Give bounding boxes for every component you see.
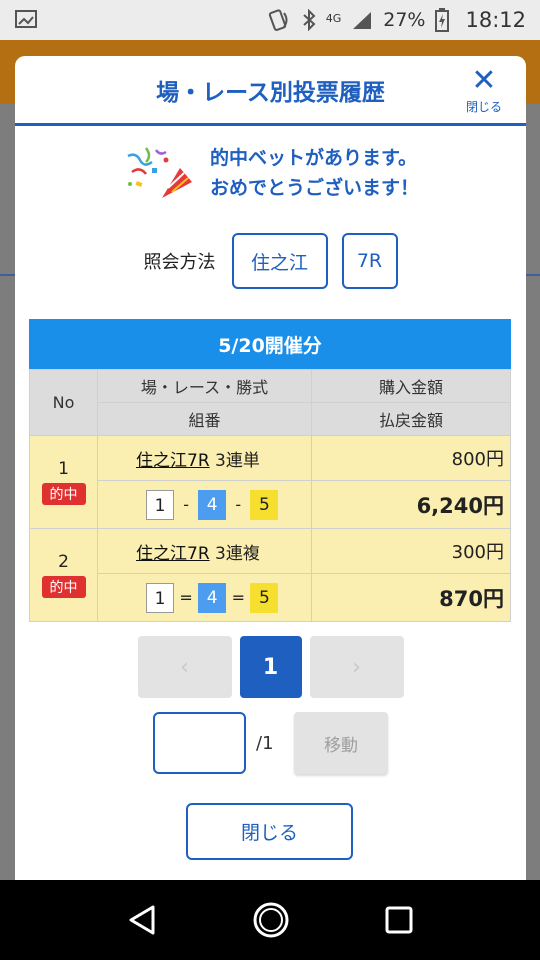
- header-no: No: [29, 369, 98, 436]
- current-page-button[interactable]: 1: [239, 636, 302, 698]
- combo-second: 4: [198, 489, 227, 520]
- row-number-cell: 1 的中: [29, 435, 98, 529]
- header-payout: 払戻金額: [311, 402, 511, 436]
- combo-first: 1: [146, 489, 174, 520]
- combo-third: 5: [250, 489, 279, 520]
- modal-header: 場・レース別投票履歴 ✕ 閉じる: [15, 56, 526, 126]
- battery-icon: [435, 8, 450, 32]
- hit-badge: 的中: [41, 483, 86, 505]
- query-method: 照会方法 住之江 7R: [15, 233, 526, 289]
- bluetooth-icon: [303, 9, 316, 31]
- race-cell: 住之江7R 3連複: [97, 528, 312, 574]
- status-bar: 4G 27% 18:12: [0, 0, 540, 40]
- row-number-cell: 2 的中: [29, 528, 98, 622]
- race-link[interactable]: 住之江7R: [136, 544, 210, 564]
- table-row: 2 的中 住之江7R 3連複 300円: [29, 528, 511, 622]
- query-label: 照会方法: [143, 252, 216, 273]
- congrats-text: 的中ベットがあります。 おめでとうございます！: [210, 143, 419, 203]
- race-button[interactable]: 7R: [341, 233, 398, 289]
- status-left: [14, 9, 38, 31]
- prev-page-button[interactable]: ‹: [137, 636, 232, 698]
- payout-amount: 6,240円: [311, 480, 511, 529]
- next-page-button[interactable]: ›: [309, 636, 404, 698]
- clock: 18:12: [465, 8, 526, 32]
- combo-third: 5: [250, 582, 279, 613]
- bet-type: 3連複: [215, 543, 260, 564]
- home-icon[interactable]: [252, 901, 290, 939]
- bet-type: 3連単: [215, 450, 260, 471]
- combo-separator: -: [235, 495, 242, 514]
- pagination: ‹ 1 ›: [15, 636, 526, 698]
- venue-button[interactable]: 住之江: [231, 233, 328, 289]
- congrats-message: 的中ベットがあります。 おめでとうございます！: [15, 142, 526, 204]
- navigation-bar: [0, 880, 540, 960]
- status-right: 4G 27% 18:12: [266, 8, 526, 32]
- combo-first: 1: [146, 582, 174, 613]
- table-row: 1 = 4 = 5 870円: [30, 573, 511, 622]
- signal-icon: [353, 12, 372, 29]
- hit-badge: 的中: [41, 576, 86, 598]
- congrats-line1: 的中ベットがあります。: [209, 147, 418, 169]
- page-jump: /1 移動: [153, 712, 388, 774]
- header-combo: 組番: [97, 402, 312, 436]
- modal-title: 場・レース別投票履歴: [156, 80, 385, 106]
- payout-amount: 870円: [311, 573, 511, 622]
- close-x-label: 閉じる: [465, 100, 502, 114]
- table-header-row: No 場・レース・勝式 購入金額: [29, 369, 511, 436]
- close-button[interactable]: 閉じる: [186, 803, 353, 860]
- battery-percent: 27%: [383, 9, 426, 31]
- combo-cell: 1 - 4 - 5: [97, 480, 312, 529]
- date-header: 5/20開催分: [29, 319, 511, 369]
- history-modal: 場・レース別投票履歴 ✕ 閉じる 的中ベットがあります。 おめでとうございます！…: [15, 56, 526, 880]
- table-header-row: 組番 払戻金額: [30, 402, 511, 436]
- header-purchase: 購入金額: [311, 369, 511, 403]
- combo-second: 4: [198, 582, 227, 613]
- combo-cell: 1 = 4 = 5: [97, 573, 312, 622]
- congrats-line2: おめでとうございます！: [209, 177, 419, 199]
- race-cell: 住之江7R 3連単: [97, 435, 312, 481]
- table-row: 1 - 4 - 5 6,240円: [30, 480, 511, 529]
- close-icon: ✕: [471, 63, 497, 98]
- combo-separator: -: [183, 495, 189, 514]
- combo-separator: =: [231, 588, 245, 607]
- nfc-icon: [268, 9, 288, 31]
- header-race: 場・レース・勝式: [97, 369, 312, 403]
- row-number: 1: [58, 459, 69, 479]
- table-row: 1 的中 住之江7R 3連単 800円: [29, 435, 511, 529]
- recents-icon[interactable]: [385, 906, 413, 934]
- race-link[interactable]: 住之江7R: [136, 451, 210, 471]
- combo-separator: =: [179, 588, 193, 607]
- close-x-button[interactable]: ✕ 閉じる: [454, 66, 514, 115]
- page-number-input[interactable]: [153, 712, 246, 774]
- move-button[interactable]: 移動: [294, 712, 388, 774]
- party-popper-icon: [127, 147, 192, 198]
- network-label: 4G: [325, 12, 342, 25]
- back-icon[interactable]: [127, 904, 157, 936]
- cast-icon: [15, 10, 37, 28]
- purchase-amount: 300円: [311, 528, 511, 574]
- history-table: No 場・レース・勝式 購入金額 組番 払戻金額 1 的中 住之江7R 3連単 …: [29, 369, 511, 622]
- purchase-amount: 800円: [311, 435, 511, 481]
- row-number: 2: [58, 552, 69, 572]
- total-pages: /1: [256, 732, 274, 754]
